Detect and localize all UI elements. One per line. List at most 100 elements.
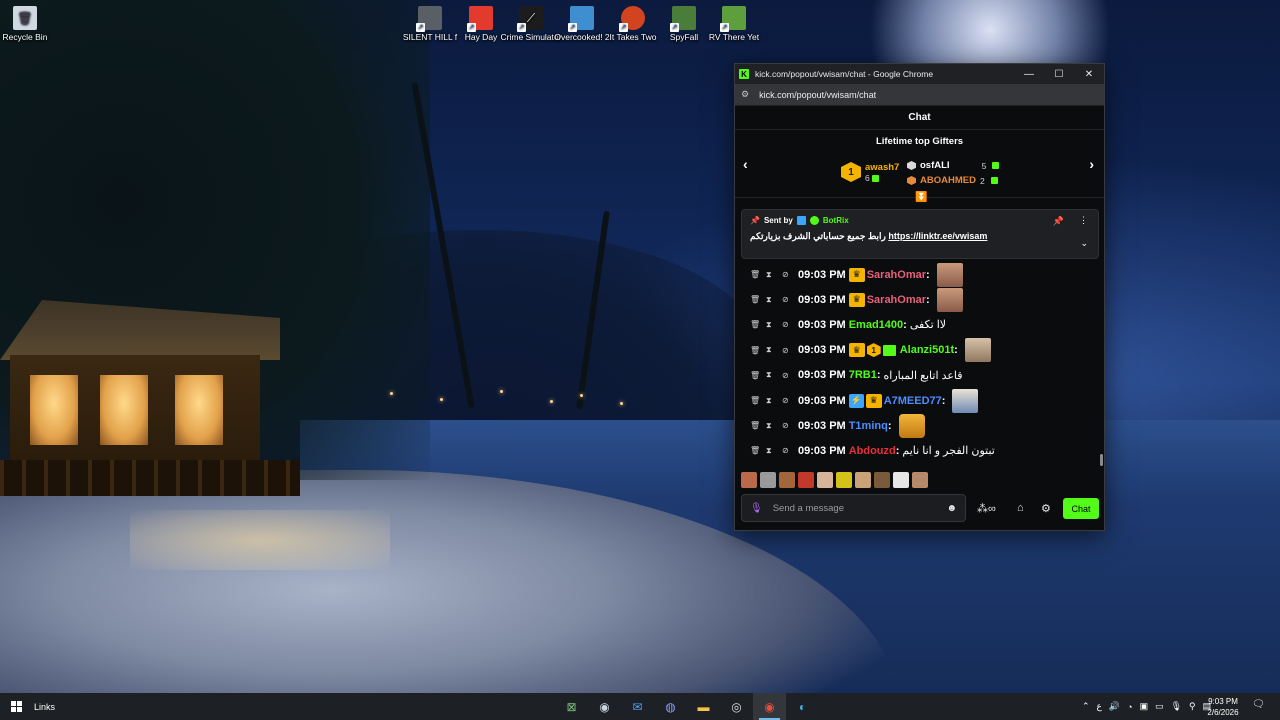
pinned-message[interactable]: 📌 Sent by BotRix رابط جميع حساباتي الشرف…: [741, 209, 1099, 259]
address-bar[interactable]: ⚙ kick.com/popout/vwisam/chat: [735, 84, 1104, 106]
emote-icon[interactable]: [817, 472, 833, 488]
desktop-icon-recycle-bin[interactable]: 🗑 Recycle Bin: [0, 2, 57, 42]
ban-user-icon[interactable]: ⊘: [782, 446, 798, 455]
volume-icon[interactable]: 🔊: [1109, 701, 1120, 712]
message-username[interactable]: SarahOmar: [867, 294, 926, 306]
maximize-button[interactable]: ☐: [1044, 64, 1074, 84]
top-gifter-3[interactable]: ABOAHMED 2: [907, 175, 998, 186]
profile-photo-emote[interactable]: [936, 287, 963, 312]
ban-user-icon[interactable]: ⊘: [782, 346, 798, 355]
url-text[interactable]: kick.com/popout/vwisam/chat: [759, 90, 876, 100]
close-button[interactable]: ✕: [1074, 64, 1104, 84]
message-username[interactable]: A7MEED77: [884, 395, 942, 407]
ban-user-icon[interactable]: ⊘: [782, 320, 798, 329]
ban-user-icon[interactable]: ⊘: [782, 295, 798, 304]
timeout-user-icon[interactable]: ⧗: [766, 446, 782, 456]
gifts-infinity-icon[interactable]: ⁂∞: [977, 502, 996, 515]
pinned-sender-name[interactable]: BotRix: [823, 216, 849, 225]
emote-icon[interactable]: [798, 472, 814, 488]
site-info-icon[interactable]: ⚙: [741, 89, 749, 100]
emote-icon[interactable]: [836, 472, 852, 488]
notification-center-icon[interactable]: 🗨: [1252, 699, 1265, 710]
xbox-icon[interactable]: ⊠: [555, 693, 588, 720]
emote-icon[interactable]: [912, 472, 928, 488]
chat-message-row[interactable]: 🗑 ⧗ ⊘ 09:03 PM ⚡ ♛ A7MEED77:: [735, 388, 1104, 413]
profile-photo-emote[interactable]: [936, 262, 963, 287]
timeout-user-icon[interactable]: ⧗: [766, 421, 782, 431]
gifters-next-button[interactable]: ›: [1089, 156, 1094, 172]
emote-icon[interactable]: [760, 472, 776, 488]
mail-icon[interactable]: ✉: [621, 693, 654, 720]
emote-icon[interactable]: [741, 472, 757, 488]
ban-user-icon[interactable]: ⊘: [782, 396, 798, 405]
file-explorer-icon[interactable]: ▬: [687, 693, 720, 720]
chat-message-row[interactable]: 🗑 ⧗ ⊘ 09:03 PM ♛ 1 Alanzi501t:: [735, 338, 1104, 363]
chat-message-row[interactable]: 🗑 ⧗ ⊘ 09:03 PM Emad1400: لاا تكفى: [735, 312, 1104, 337]
delete-message-icon[interactable]: 🗑: [750, 320, 766, 329]
message-username[interactable]: 7RB1: [849, 369, 877, 381]
face-photo-emote[interactable]: [964, 338, 991, 363]
display-icon[interactable]: ▣: [1140, 701, 1149, 712]
emote-icon[interactable]: [855, 472, 871, 488]
delete-message-icon[interactable]: 🗑: [750, 371, 766, 380]
chevron-down-icon[interactable]: ⌄: [1080, 238, 1088, 249]
start-button[interactable]: [0, 693, 32, 720]
delete-message-icon[interactable]: 🗑: [750, 421, 766, 430]
usb-icon[interactable]: ⚲: [1189, 701, 1196, 712]
store-icon[interactable]: ⌂: [1017, 502, 1024, 514]
message-username[interactable]: Alanzi501t: [900, 344, 954, 356]
pin-icon[interactable]: 📌: [1053, 216, 1064, 227]
chat-message-row[interactable]: 🗑 ⧗ ⊘ 09:03 PM ♛ SarahOmar:: [735, 262, 1104, 287]
top-gifter-2[interactable]: osfALI 5: [907, 160, 1000, 171]
chat-message-row[interactable]: 🗑 ⧗ ⊘ 09:03 PM ♛ SarahOmar:: [735, 287, 1104, 312]
chat-message-row[interactable]: 🗑 ⧗ ⊘ 09:03 PM Abdouzd: تبتون الفجر و انا ناي…: [735, 438, 1104, 463]
delete-message-icon[interactable]: 🗑: [750, 295, 766, 304]
chat-message-row[interactable]: 🗑 ⧗ ⊘ 09:03 PM T1minq:: [735, 413, 1104, 438]
emoji-picker-icon[interactable]: ☻: [946, 503, 957, 514]
message-username[interactable]: SarahOmar: [867, 269, 926, 281]
chrome-icon[interactable]: ◉: [753, 693, 786, 720]
send-chat-button[interactable]: Chat: [1063, 498, 1099, 519]
ban-user-icon[interactable]: ⊘: [782, 371, 798, 380]
chat-scrollbar[interactable]: [1100, 454, 1103, 466]
microphone-tray-icon[interactable]: 🎙: [1171, 701, 1182, 712]
language-indicator[interactable]: ع: [1097, 701, 1102, 712]
man-photo-emote[interactable]: [952, 388, 979, 413]
chat-message-input[interactable]: [772, 502, 947, 514]
timeout-user-icon[interactable]: ⧗: [766, 320, 782, 330]
delete-message-icon[interactable]: 🗑: [750, 346, 766, 355]
beer-mug-emote[interactable]: [898, 413, 925, 438]
message-username[interactable]: Emad1400: [849, 319, 903, 331]
chevron-up-icon[interactable]: ⌃: [1082, 701, 1090, 712]
minimize-button[interactable]: —: [1014, 64, 1044, 84]
desktop-icon-rv-there-yet[interactable]: RV There Yet: [702, 2, 766, 42]
delete-message-icon[interactable]: 🗑: [750, 270, 766, 279]
delete-message-icon[interactable]: 🗑: [750, 446, 766, 455]
timeout-user-icon[interactable]: ⧗: [766, 396, 782, 406]
scroll-to-bottom-icon[interactable]: ⏬: [915, 192, 927, 203]
top-gifter-1[interactable]: 1 awash7 6: [841, 162, 899, 183]
ban-user-icon[interactable]: ⊘: [782, 421, 798, 430]
pinned-message-link[interactable]: https://linktr.ee/vwisam: [888, 231, 987, 241]
settings-gear-icon[interactable]: ⚙: [1041, 502, 1051, 515]
ban-user-icon[interactable]: ⊘: [782, 270, 798, 279]
links-toolbar[interactable]: Links: [34, 702, 55, 712]
more-options-icon[interactable]: ⋮: [1079, 215, 1088, 226]
emote-icon[interactable]: [893, 472, 909, 488]
headset-icon[interactable]: ◔: [1127, 702, 1132, 712]
timeout-user-icon[interactable]: ⧗: [766, 270, 782, 280]
message-username[interactable]: T1minq: [849, 420, 888, 432]
steam-icon[interactable]: ◉: [588, 693, 621, 720]
delete-message-icon[interactable]: 🗑: [750, 396, 766, 405]
discord-icon[interactable]: ◍: [654, 693, 687, 720]
emote-icon[interactable]: [779, 472, 795, 488]
timeout-user-icon[interactable]: ⧗: [766, 345, 782, 355]
window-titlebar[interactable]: K kick.com/popout/vwisam/chat - Google C…: [735, 64, 1104, 84]
obs-icon[interactable]: ◎: [720, 693, 753, 720]
emote-icon[interactable]: [874, 472, 890, 488]
message-username[interactable]: Abdouzd: [849, 445, 896, 457]
timeout-user-icon[interactable]: ⧗: [766, 370, 782, 380]
chat-message-row[interactable]: 🗑 ⧗ ⊘ 09:03 PM 7RB1: قاعد اتابع المباراه: [735, 363, 1104, 388]
taskbar-clock[interactable]: 9:03 PM 2/6/2026: [1200, 696, 1246, 718]
battery-icon[interactable]: ▭: [1155, 701, 1164, 712]
